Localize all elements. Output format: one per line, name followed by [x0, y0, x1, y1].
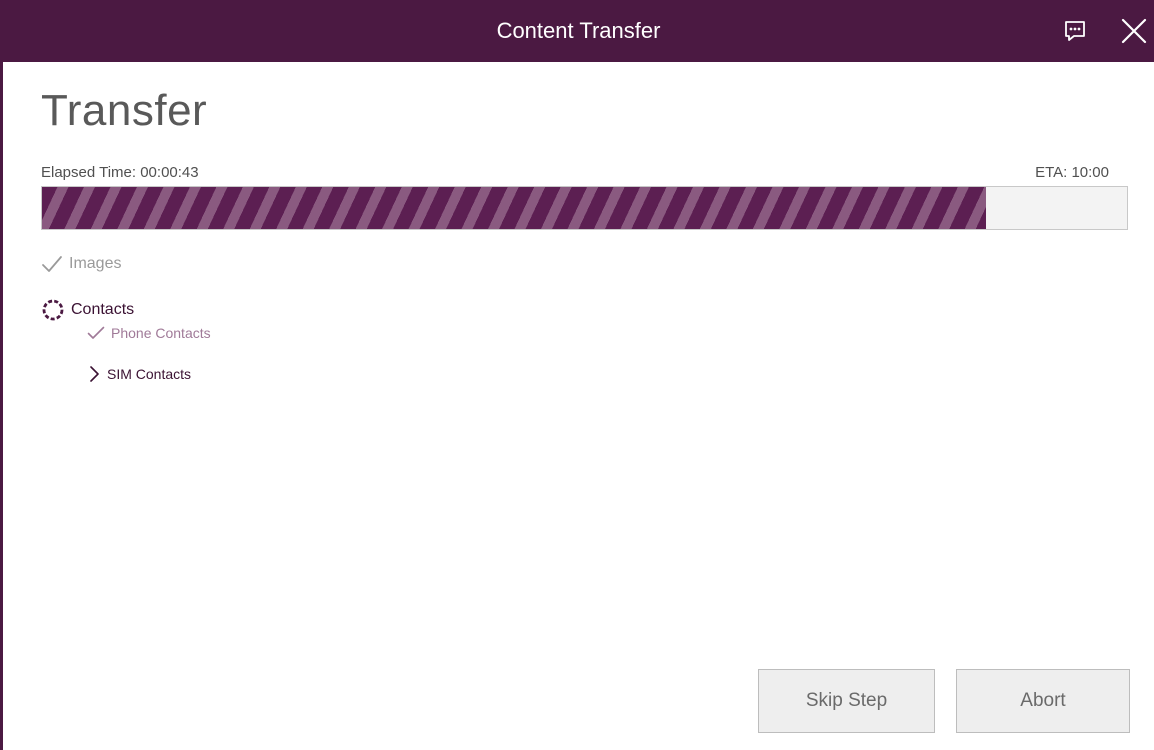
- eta-label: ETA: 10:00: [1035, 164, 1109, 181]
- abort-button[interactable]: Abort: [956, 669, 1130, 733]
- close-button[interactable]: [1117, 14, 1151, 48]
- page-title: Transfer: [41, 86, 208, 135]
- step-images-label: Images: [69, 255, 122, 272]
- spinner-icon: [41, 298, 65, 322]
- progress-bar-fill: [42, 187, 986, 229]
- elapsed-time-label: Elapsed Time: 00:00:43: [41, 164, 199, 181]
- substep-sim-contacts: SIM Contacts: [87, 365, 191, 383]
- progress-bar: [41, 186, 1128, 230]
- step-contacts-label: Contacts: [71, 301, 135, 318]
- step-images: Images: [41, 255, 121, 273]
- app-window: Content Transfer Transfer Elapsed Time: …: [0, 0, 1154, 750]
- feedback-button[interactable]: [1058, 14, 1092, 48]
- window-title: Content Transfer: [496, 18, 661, 43]
- feedback-icon: [1065, 21, 1085, 41]
- step-contacts: Contacts: [41, 298, 134, 322]
- substep-sim-contacts-label: SIM Contacts: [107, 366, 192, 382]
- substep-phone-contacts: Phone Contacts: [87, 325, 211, 341]
- close-icon: [1121, 18, 1147, 44]
- skip-step-button[interactable]: Skip Step: [758, 669, 935, 733]
- check-icon: [87, 326, 105, 340]
- substep-phone-contacts-label: Phone Contacts: [111, 325, 211, 341]
- title-bar: Content Transfer: [3, 0, 1154, 62]
- check-icon: [41, 255, 63, 273]
- chevron-right-icon: [87, 365, 101, 383]
